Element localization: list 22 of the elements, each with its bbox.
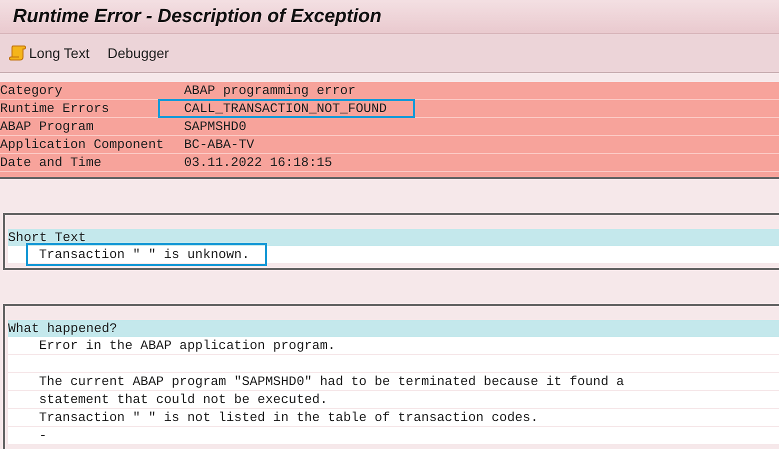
field-label: Application Component — [0, 137, 165, 152]
text-line: Transaction " " is unknown. — [29, 246, 264, 263]
window-title: Runtime Error - Description of Exception — [13, 6, 382, 28]
text-line: Transaction " " is not listed in the table of transaction codes. — [39, 410, 538, 425]
scroll-icon — [9, 45, 27, 61]
text-line: The current ABAP program "SAPMSHD0" had to be terminated because it found a — [39, 374, 624, 389]
field-value: CALL_TRANSACTION_NOT_FOUND — [160, 101, 413, 116]
field-value: ABAP programming error — [183, 83, 357, 98]
debugger-button[interactable]: Debugger — [107, 45, 169, 61]
long-text-button[interactable]: Long Text — [9, 45, 90, 61]
field-label: Date and Time — [0, 155, 102, 170]
field-label: Category — [0, 83, 64, 98]
field-value: SAPMSHD0 — [183, 119, 248, 134]
field-value: BC-ABA-TV — [183, 137, 256, 152]
text-line: Error in the ABAP application program. — [39, 338, 336, 353]
text-line: - — [39, 428, 47, 443]
section-heading: Short Text — [8, 230, 86, 245]
field-label: Runtime Errors — [0, 101, 110, 116]
section-heading: What happened? — [8, 321, 118, 336]
field-label: ABAP Program — [0, 119, 95, 134]
field-value: 03.11.2022 16:18:15 — [183, 155, 334, 170]
text-line: statement that could not be executed. — [39, 392, 328, 407]
